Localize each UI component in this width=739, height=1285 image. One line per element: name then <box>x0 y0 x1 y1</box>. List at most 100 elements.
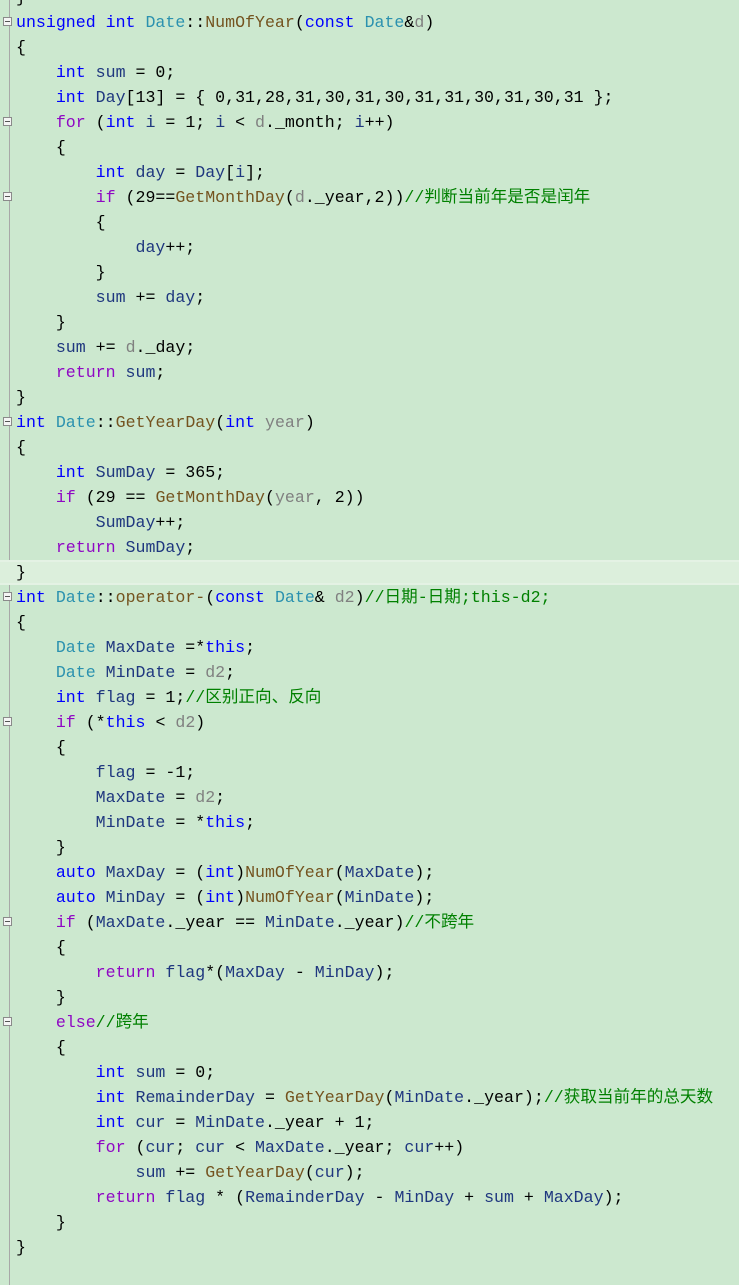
code-token: MinDate <box>195 1113 265 1132</box>
code-token: for <box>16 1138 136 1157</box>
code-token: - <box>284 963 315 982</box>
code-token: day <box>165 288 196 307</box>
code-line[interactable]: return sum; <box>0 360 739 385</box>
code-editor[interactable]: }unsigned int Date::NumOfYear(const Date… <box>0 0 739 1260</box>
code-line[interactable]: sum += GetYearDay(cur); <box>0 1160 739 1185</box>
code-line[interactable]: int SumDay = 365; <box>0 460 739 485</box>
code-line[interactable]: } <box>0 1210 739 1235</box>
code-line[interactable]: int day = Day[i]; <box>0 160 739 185</box>
code-line[interactable]: if (29 == GetMonthDay(year, 2)) <box>0 485 739 510</box>
fold-collapse-icon[interactable] <box>3 417 12 426</box>
code-token: MaxDate <box>255 1138 325 1157</box>
code-line[interactable]: unsigned int Date::NumOfYear(const Date&… <box>0 10 739 35</box>
code-line[interactable]: } <box>0 385 739 410</box>
code-token: return <box>16 963 166 982</box>
code-line[interactable]: for (int i = 1; i < d._month; i++) <box>0 110 739 135</box>
code-line[interactable]: int cur = MinDate._year + 1; <box>0 1110 739 1135</box>
code-token: MinDate <box>265 913 335 932</box>
code-line[interactable]: { <box>0 35 739 60</box>
code-token: = <box>175 663 206 682</box>
code-line[interactable]: Date MaxDate =*this; <box>0 635 739 660</box>
code-line[interactable]: } <box>0 1235 739 1260</box>
fold-collapse-icon[interactable] <box>3 717 12 726</box>
code-line[interactable]: SumDay++; <box>0 510 739 535</box>
code-token: += <box>125 288 166 307</box>
code-token: Day <box>95 88 126 107</box>
code-token: ; <box>225 663 236 682</box>
code-line[interactable]: MaxDate = d2; <box>0 785 739 810</box>
code-token: return <box>16 1188 166 1207</box>
code-token: MaxDate <box>95 913 166 932</box>
code-line[interactable]: return SumDay; <box>0 535 739 560</box>
fold-collapse-icon[interactable] <box>3 117 12 126</box>
fold-collapse-icon[interactable] <box>3 17 12 26</box>
code-token: int <box>16 413 56 432</box>
code-token: ( <box>135 1138 146 1157</box>
code-line[interactable]: } <box>0 560 739 585</box>
code-line[interactable]: Date MinDate = d2; <box>0 660 739 685</box>
code-line[interactable]: if (29==GetMonthDay(d._year,2))//判断当前年是否… <box>0 185 739 210</box>
code-line[interactable]: int flag = 1;//区别正向、反向 <box>0 685 739 710</box>
code-line[interactable]: return flag * (RemainderDay - MinDay + s… <box>0 1185 739 1210</box>
code-token: & <box>404 13 415 32</box>
code-line[interactable]: int sum = 0; <box>0 60 739 85</box>
code-line[interactable]: { <box>0 1035 739 1060</box>
code-token: NumOfYear <box>245 863 335 882</box>
code-token: RemainderDay <box>245 1188 365 1207</box>
fold-collapse-icon[interactable] <box>3 592 12 601</box>
code-line[interactable]: } <box>0 835 739 860</box>
code-line[interactable]: MinDate = *this; <box>0 810 739 835</box>
code-token: if <box>16 713 86 732</box>
code-token: [13] = { 0,31,28,31,30,31,30,31,31,30,31… <box>125 88 614 107</box>
fold-collapse-icon[interactable] <box>3 1017 12 1026</box>
code-line[interactable]: return flag*(MaxDay - MinDay); <box>0 960 739 985</box>
code-line[interactable]: int RemainderDay = GetYearDay(MinDate._y… <box>0 1085 739 1110</box>
fold-collapse-icon[interactable] <box>3 192 12 201</box>
code-line[interactable]: { <box>0 935 739 960</box>
code-line[interactable]: { <box>0 210 739 235</box>
code-token: { <box>16 1038 66 1057</box>
code-token: MinDate <box>394 1088 465 1107</box>
code-line[interactable]: if (MaxDate._year == MinDate._year)//不跨年 <box>0 910 739 935</box>
code-token: ++; <box>165 238 196 257</box>
code-line[interactable]: int sum = 0; <box>0 1060 739 1085</box>
code-line[interactable]: { <box>0 610 739 635</box>
code-token: } <box>16 263 106 282</box>
code-line[interactable]: day++; <box>0 235 739 260</box>
code-line[interactable]: { <box>0 435 739 460</box>
code-token: = -1; <box>135 763 196 782</box>
code-line[interactable]: if (*this < d2) <box>0 710 739 735</box>
code-token: sum <box>135 1063 166 1082</box>
code-token: SumDay <box>16 513 156 532</box>
code-line[interactable]: } <box>0 260 739 285</box>
code-line[interactable]: auto MaxDay = (int)NumOfYear(MaxDate); <box>0 860 739 885</box>
code-token: ; <box>185 538 196 557</box>
code-token: d2 <box>175 713 196 732</box>
code-token: else <box>16 1013 96 1032</box>
code-token: :: <box>185 13 206 32</box>
code-token: { <box>16 938 66 957</box>
code-token: ( <box>384 1088 395 1107</box>
code-line[interactable]: flag = -1; <box>0 760 739 785</box>
code-token: :: <box>95 588 116 607</box>
code-line[interactable]: int Date::operator-(const Date& d2)//日期-… <box>0 585 739 610</box>
code-line[interactable]: { <box>0 735 739 760</box>
code-line[interactable]: for (cur; cur < MaxDate._year; cur++) <box>0 1135 739 1160</box>
code-token: SumDay <box>125 538 186 557</box>
code-token: { <box>16 213 106 232</box>
code-token: =* <box>175 638 206 657</box>
code-line[interactable]: sum += d._day; <box>0 335 739 360</box>
code-line[interactable]: int Date::GetYearDay(int year) <box>0 410 739 435</box>
code-line[interactable]: { <box>0 135 739 160</box>
code-line[interactable]: else//跨年 <box>0 1010 739 1035</box>
code-line[interactable]: } <box>0 0 739 10</box>
code-line[interactable]: int Day[13] = { 0,31,28,31,30,31,30,31,3… <box>0 85 739 110</box>
code-line[interactable]: } <box>0 310 739 335</box>
code-line[interactable]: } <box>0 985 739 1010</box>
code-token: } <box>16 838 66 857</box>
code-line[interactable]: auto MinDay = (int)NumOfYear(MinDate); <box>0 885 739 910</box>
code-token: SumDay <box>95 463 156 482</box>
code-token: //判断当前年是否是闰年 <box>404 188 591 207</box>
code-line[interactable]: sum += day; <box>0 285 739 310</box>
fold-collapse-icon[interactable] <box>3 917 12 926</box>
